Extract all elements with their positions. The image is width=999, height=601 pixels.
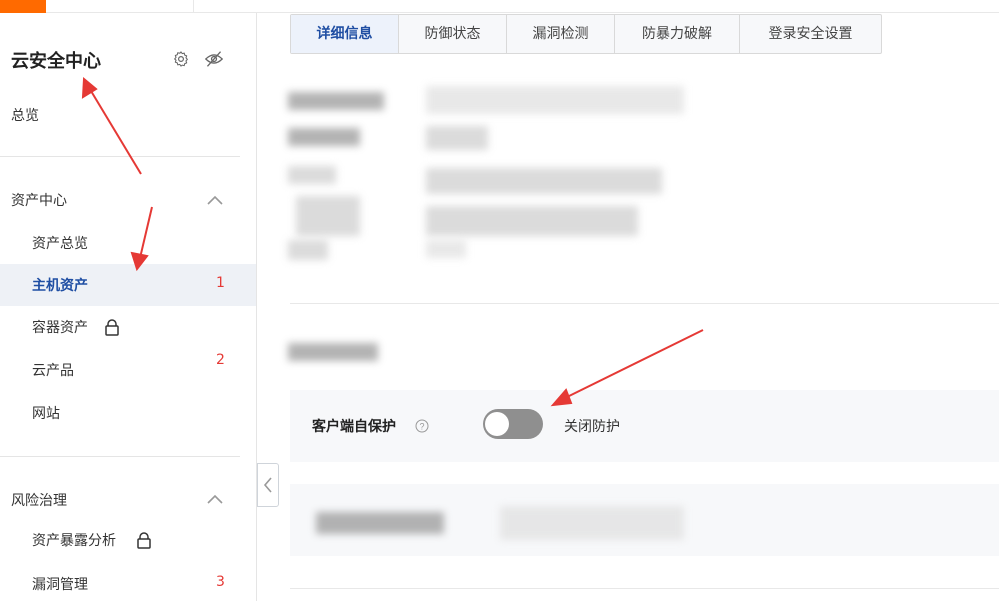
sidebar-item-label: 漏洞管理	[32, 577, 88, 593]
detail-label-client-status	[288, 92, 384, 110]
section-divider	[290, 303, 999, 304]
page-root: 云安全中心 总览 资产中心 资产总览 主机资产 1 容器资产 云产品 2 网站 …	[0, 0, 999, 601]
chevron-left-icon	[263, 477, 272, 493]
sidebar-divider	[0, 156, 240, 157]
sidebar-item-host-assets[interactable]: 主机资产 1	[0, 264, 256, 306]
chevron-up-icon[interactable]	[206, 493, 224, 505]
tab-details[interactable]: 详细信息	[291, 15, 399, 53]
sidebar-item-label: 容器资产	[32, 320, 88, 336]
tab-bar: 详细信息 防御状态 漏洞检测 防暴力破解 登录安全设置	[290, 14, 882, 54]
detail-label-cpu	[288, 166, 336, 184]
tab-brute-force-defense[interactable]: 防暴力破解	[615, 15, 740, 53]
tab-login-security[interactable]: 登录安全设置	[740, 15, 881, 53]
sidebar-item-asset-overview[interactable]: 资产总览	[0, 222, 256, 264]
sidebar-item-label: 主机资产	[32, 278, 88, 294]
detail-value-memory	[426, 240, 466, 258]
self-protect-status-text: 关闭防护	[564, 419, 620, 435]
self-protect-toggle[interactable]	[483, 409, 543, 439]
sidebar-item-cloud-products[interactable]: 云产品 2	[0, 349, 256, 391]
sidebar-item-container-assets[interactable]: 容器资产	[0, 306, 256, 348]
top-bar	[0, 0, 999, 13]
sidebar-item-exposure-analysis[interactable]: 资产暴露分析	[0, 519, 256, 561]
gear-icon[interactable]	[172, 50, 190, 68]
lock-icon	[137, 532, 151, 549]
svg-text:?: ?	[419, 422, 424, 432]
section-divider	[290, 588, 999, 589]
toggle-knob	[485, 412, 509, 436]
sidebar-item-website[interactable]: 网站	[0, 392, 256, 434]
arrow-to-toggle	[562, 329, 704, 400]
help-icon[interactable]: ?	[415, 419, 429, 433]
eye-off-icon[interactable]	[204, 50, 224, 68]
sidebar: 云安全中心 总览 资产中心 资产总览 主机资产 1 容器资产 云产品 2 网站 …	[0, 13, 257, 601]
sidebar-title: 云安全中心	[11, 51, 101, 72]
sidebar-item-label: 网站	[32, 406, 60, 422]
malicious-network-value	[500, 506, 684, 540]
client-self-protect-row	[290, 390, 999, 462]
tab-defense-status[interactable]: 防御状态	[399, 15, 507, 53]
tab-vulnerability-detection[interactable]: 漏洞检测	[507, 15, 615, 53]
sidebar-item-label: 资产暴露分析	[32, 533, 116, 549]
sidebar-divider	[0, 456, 240, 457]
sidebar-item-count: 1	[216, 275, 225, 291]
detail-label-memory	[288, 240, 328, 260]
sidebar-group-asset-center[interactable]: 资产中心	[11, 190, 67, 210]
sidebar-group-risk-governance[interactable]: 风险治理	[11, 490, 67, 510]
chevron-up-icon[interactable]	[206, 194, 224, 206]
sidebar-item-vulnerability-management[interactable]: 漏洞管理 3	[0, 563, 256, 601]
sidebar-collapse-button[interactable]	[257, 463, 279, 507]
sidebar-item-overview[interactable]: 总览	[11, 105, 39, 125]
detail-value-os	[426, 126, 488, 150]
sidebar-item-label: 资产总览	[32, 236, 88, 252]
top-bar-divider	[193, 0, 194, 13]
sidebar-item-count: 3	[216, 574, 225, 590]
malicious-network-label	[316, 512, 444, 534]
brand-logo[interactable]	[0, 0, 46, 13]
detail-value-cpu	[426, 168, 662, 194]
client-self-protect-label: 客户端自保护	[312, 419, 396, 435]
lock-icon	[105, 319, 119, 336]
sidebar-item-count: 2	[216, 352, 225, 368]
sidebar-item-label: 云产品	[32, 363, 74, 379]
detail-value-client-status	[426, 86, 684, 114]
detail-label-os	[288, 128, 360, 146]
detail-label-blurred	[296, 196, 360, 236]
defense-section-heading	[288, 343, 378, 361]
detail-value-blurred	[426, 206, 638, 236]
